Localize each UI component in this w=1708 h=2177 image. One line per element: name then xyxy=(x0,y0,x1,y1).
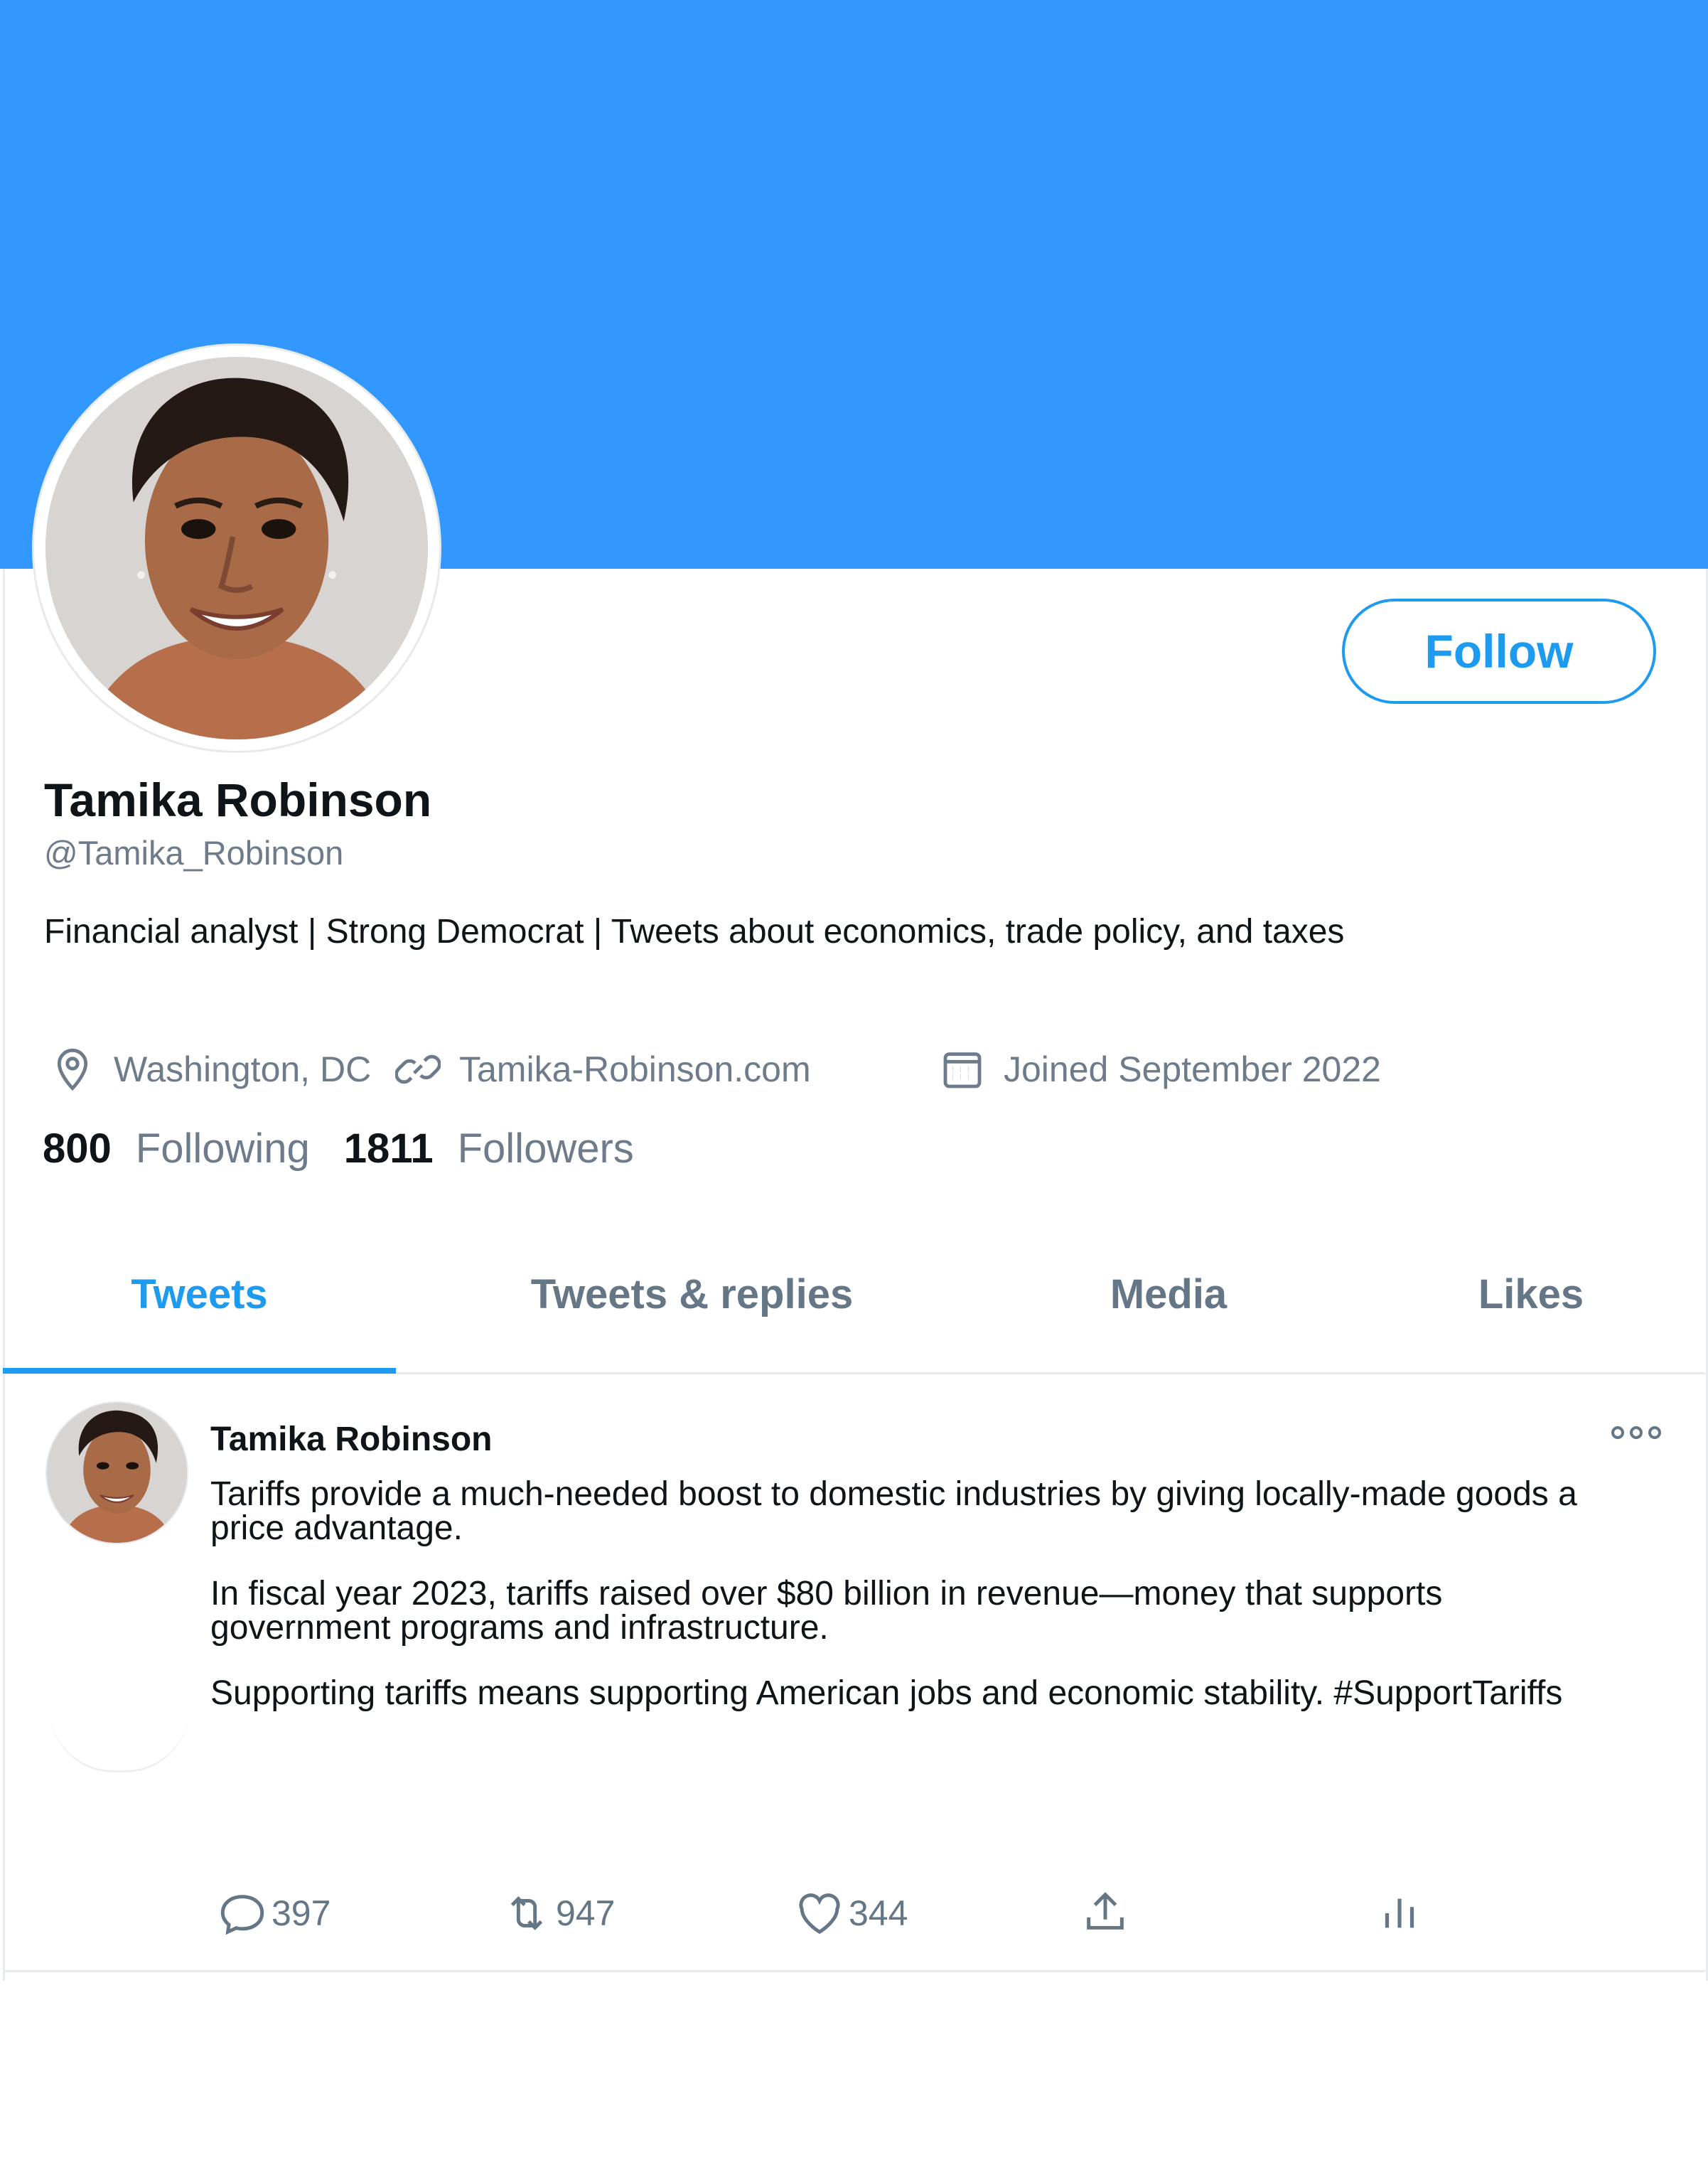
twitter-profile-page: Follow Tamika Robinson @Tamika_Robinson … xyxy=(0,0,1708,2177)
tweet-paragraph: Tariffs provide a much-needed boost to d… xyxy=(210,1475,1577,1547)
retweet-icon xyxy=(510,1896,543,1930)
profile-website[interactable]: Tamika-Robinson.com xyxy=(395,1041,811,1098)
analytics-icon xyxy=(1385,1898,1414,1928)
share-button[interactable] xyxy=(1080,1885,1130,1942)
faint-avatar-outline xyxy=(50,1708,189,1772)
link-icon xyxy=(395,1047,441,1092)
calendar-icon xyxy=(940,1047,985,1092)
followers-link[interactable]: Followers xyxy=(458,1125,634,1172)
following-link[interactable]: Following xyxy=(136,1125,310,1172)
tab-media[interactable]: Media xyxy=(1033,1251,1304,1372)
reply-icon xyxy=(220,1895,264,1935)
tweet-paragraph: In fiscal year 2023, tariffs raised over… xyxy=(210,1575,1443,1647)
reply-count: 397 xyxy=(272,1893,331,1933)
retweet-count: 947 xyxy=(556,1893,616,1933)
profile-handle: @Tamika_Robinson xyxy=(44,834,344,872)
reply-button[interactable]: 397 xyxy=(217,1885,331,1942)
profile-joined-date: Joined September 2022 xyxy=(940,1041,1381,1098)
tweet-avatar-image xyxy=(47,1403,187,1543)
tab-tweets-and-replies[interactable]: Tweets & replies xyxy=(476,1251,908,1372)
profile-name: Tamika Robinson xyxy=(44,774,432,826)
profile-avatar[interactable] xyxy=(45,357,428,739)
woman-portrait-image xyxy=(45,357,428,739)
profile-avatar-ring xyxy=(34,346,439,751)
analytics-button[interactable] xyxy=(1375,1885,1424,1942)
following-count: 800 xyxy=(43,1125,112,1172)
tweet-author-name[interactable]: Tamika Robinson xyxy=(210,1419,493,1460)
profile-location: Washington, DC xyxy=(50,1041,371,1098)
tweet-paragraph: Supporting tariffs means supporting Amer… xyxy=(210,1674,1563,1712)
location-pin-icon xyxy=(50,1047,95,1092)
follow-stats: 800 Following 1811 Followers xyxy=(43,1125,668,1182)
profile-bio: Financial analyst | Strong Democrat | Tw… xyxy=(44,913,1345,951)
like-count: 344 xyxy=(849,1893,908,1933)
location-text: Washington, DC xyxy=(114,1049,372,1089)
heart-icon xyxy=(799,1893,840,1935)
website-link[interactable]: Tamika-Robinson.com xyxy=(459,1049,811,1090)
share-icon xyxy=(1087,1892,1124,1930)
followers-count: 1811 xyxy=(343,1125,434,1172)
follow-button[interactable]: Follow xyxy=(1342,599,1656,704)
like-button[interactable]: 344 xyxy=(795,1885,908,1942)
tweet-text: Tariffs provide a much-needed boost to d… xyxy=(210,1477,1632,1742)
tab-likes[interactable]: Likes xyxy=(1389,1251,1673,1372)
tweet-card[interactable]: Tamika Robinson Tariffs provide a much-n… xyxy=(3,1374,1705,1972)
joined-text: Joined September 2022 xyxy=(1004,1049,1381,1089)
tab-tweets[interactable]: Tweets xyxy=(3,1251,396,1374)
profile-tabs: Tweets Tweets & replies Media Likes xyxy=(3,1251,1705,1374)
retweet-button[interactable]: 947 xyxy=(502,1885,615,1942)
tweet-author-avatar[interactable] xyxy=(47,1403,187,1543)
more-options-icon[interactable] xyxy=(1608,1418,1665,1447)
